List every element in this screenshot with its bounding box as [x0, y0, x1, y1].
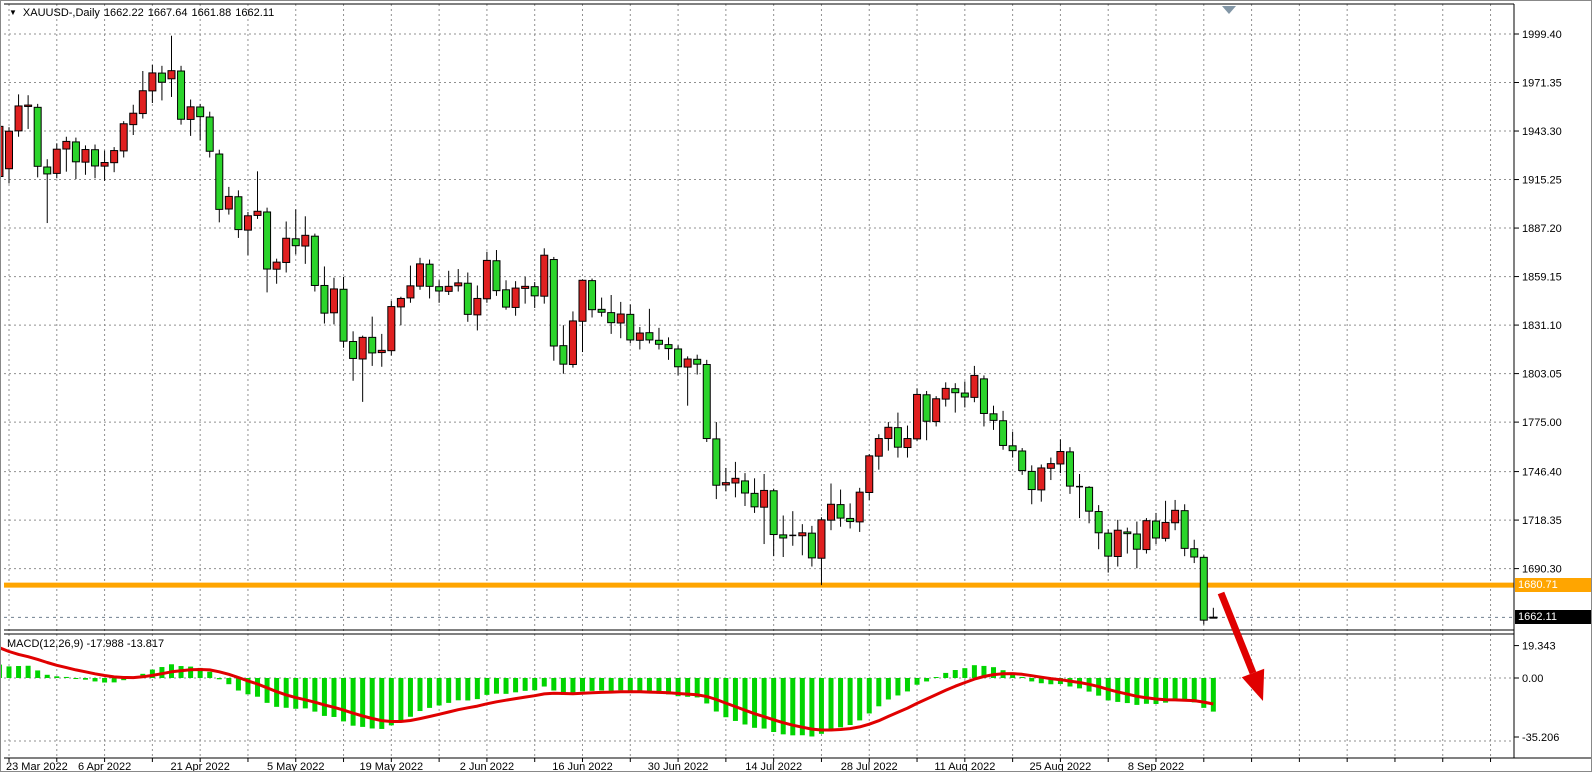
- symbol-period-label: XAUUSD-,Daily: [23, 7, 100, 19]
- svg-text:19 May 2022: 19 May 2022: [360, 761, 424, 772]
- svg-text:23 Mar 2022: 23 Mar 2022: [6, 761, 68, 772]
- chart-window: 1999.40 1971.35 1943.30 1915.25 1887.20 1859.…: [0, 0, 1592, 772]
- svg-text:19.343: 19.343: [1522, 641, 1556, 653]
- time-axis[interactable]: 23 Mar 2022 6 Apr 2022 21 Apr 2022 5 May 20…: [6, 758, 1491, 772]
- svg-text:1831.10: 1831.10: [1522, 320, 1562, 332]
- ohlc-close: 1662.11: [235, 7, 274, 19]
- svg-text:30 Jun 2022: 30 Jun 2022: [648, 761, 709, 772]
- ohlc-high: 1667.64: [148, 7, 188, 19]
- svg-text:21 Apr 2022: 21 Apr 2022: [170, 761, 229, 772]
- svg-text:8 Sep 2022: 8 Sep 2022: [1128, 761, 1184, 772]
- svg-text:11 Aug 2022: 11 Aug 2022: [934, 761, 995, 772]
- macd-signal-line: [1, 648, 1213, 730]
- svg-text:0.00: 0.00: [1522, 673, 1543, 685]
- chart-header: ▼ XAUUSD-,Daily 1662.22 1667.641661.88 1662.…: [9, 6, 278, 20]
- red-arrow-annotation[interactable]: [1221, 593, 1264, 701]
- svg-text:1690.30: 1690.30: [1522, 564, 1562, 576]
- ohlc-low: 1661.88: [191, 7, 231, 19]
- svg-text:1915.25: 1915.25: [1522, 175, 1562, 187]
- svg-text:16 Jun 2022: 16 Jun 2022: [552, 761, 613, 772]
- orange-price-level-badge: 1680.71: [1515, 578, 1591, 592]
- panel-frames: [4, 4, 1591, 758]
- svg-text:28 Jul 2022: 28 Jul 2022: [841, 761, 898, 772]
- svg-text:25 Aug 2022: 25 Aug 2022: [1030, 761, 1092, 772]
- candlestick-series[interactable]: [1, 36, 1217, 625]
- svg-text:5 May 2022: 5 May 2022: [267, 761, 324, 772]
- chart-shift-marker-icon[interactable]: [1222, 6, 1236, 14]
- svg-text:1775.00: 1775.00: [1522, 417, 1562, 429]
- symbol-collapse-icon[interactable]: ▼: [9, 8, 17, 17]
- svg-text:14 Jul 2022: 14 Jul 2022: [745, 761, 802, 772]
- svg-text:1746.40: 1746.40: [1522, 467, 1562, 479]
- grid-lines: [4, 4, 1514, 758]
- price-axis[interactable]: 1999.40 1971.35 1943.30 1915.25 1887.20 1859.…: [1514, 29, 1562, 744]
- current-price-badge: 1662.11: [1515, 610, 1591, 624]
- ohlc-open: 1662.22: [104, 7, 144, 19]
- svg-text:1859.15: 1859.15: [1522, 272, 1562, 284]
- svg-text:1943.30: 1943.30: [1522, 126, 1562, 138]
- panel-separator[interactable]: [4, 630, 1514, 634]
- svg-text:1718.35: 1718.35: [1522, 515, 1562, 527]
- macd-indicator-label: MACD(12,26,9) -17.988 -13.817: [7, 638, 164, 651]
- svg-text:1999.40: 1999.40: [1522, 29, 1562, 41]
- svg-text:1887.20: 1887.20: [1522, 223, 1562, 235]
- svg-text:6 Apr 2022: 6 Apr 2022: [78, 761, 131, 772]
- svg-text:2 Jun 2022: 2 Jun 2022: [460, 761, 514, 772]
- svg-text:-35.206: -35.206: [1522, 732, 1559, 744]
- svg-text:1803.05: 1803.05: [1522, 369, 1562, 381]
- svg-text:1971.35: 1971.35: [1522, 78, 1562, 90]
- price-chart-canvas[interactable]: 1999.40 1971.35 1943.30 1915.25 1887.20 1859.…: [1, 1, 1592, 772]
